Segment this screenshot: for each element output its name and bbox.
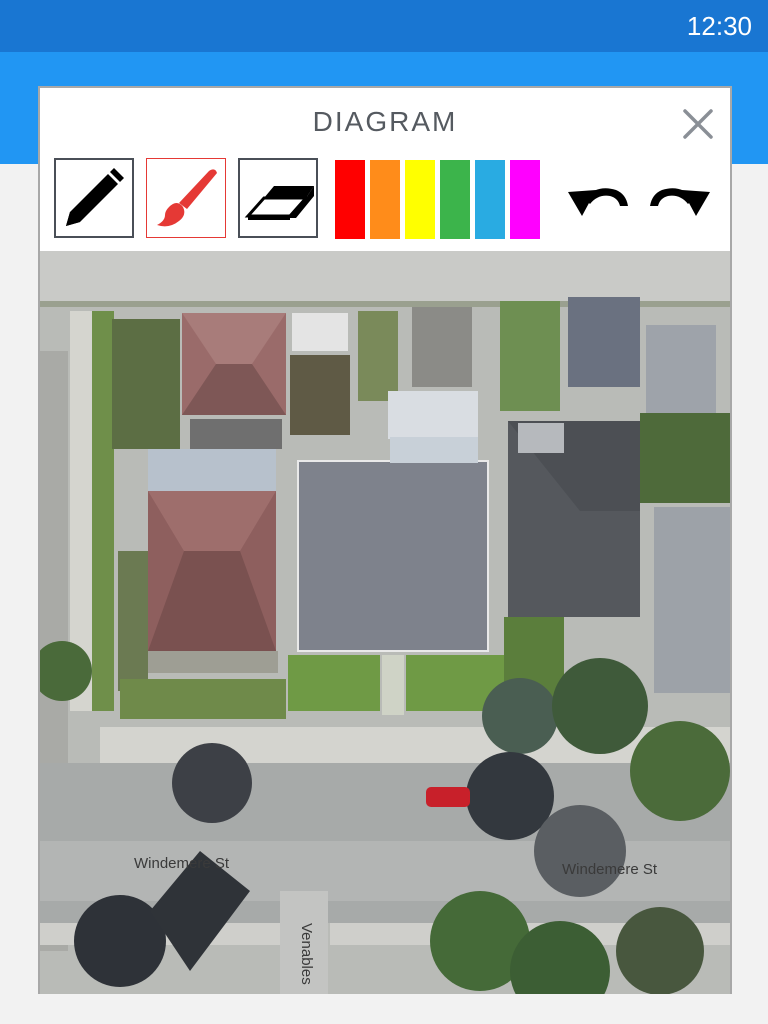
undo-button[interactable] (564, 176, 632, 220)
pencil-icon (66, 168, 124, 226)
status-time: 12:30 (686, 11, 752, 41)
redo-button[interactable] (646, 176, 714, 220)
street-label-windemere-left: Windemere St (134, 855, 230, 872)
redo-icon (650, 188, 710, 216)
brush-icon (157, 169, 217, 227)
aerial-map-image: Windemere St Windemere St Venables (40, 251, 730, 994)
color-swatch-yellow[interactable] (405, 160, 435, 239)
close-icon (683, 109, 713, 139)
undo-icon (568, 188, 628, 216)
status-bar: 12:30 (0, 0, 768, 52)
eraser-tool-button[interactable] (238, 158, 318, 238)
street-label-windemere-right: Windemere St (562, 861, 658, 878)
color-swatch-red[interactable] (335, 160, 365, 239)
pencil-tool-button[interactable] (54, 158, 134, 238)
color-swatch-magenta[interactable] (510, 160, 540, 239)
brush-tool-button[interactable] (146, 158, 226, 238)
diagram-canvas[interactable]: Windemere St Windemere St Venables (40, 251, 730, 994)
eraser-icon (244, 186, 314, 220)
color-swatch-green[interactable] (440, 160, 470, 239)
dialog-title: DIAGRAM (312, 106, 458, 137)
street-label-venables: Venables (298, 923, 315, 985)
diagram-dialog: DIAGRAM Windemere St Windemere St Venabl… (38, 86, 732, 994)
color-swatch-blue[interactable] (475, 160, 505, 239)
color-swatch-orange[interactable] (370, 160, 400, 239)
close-button[interactable] (680, 106, 716, 142)
